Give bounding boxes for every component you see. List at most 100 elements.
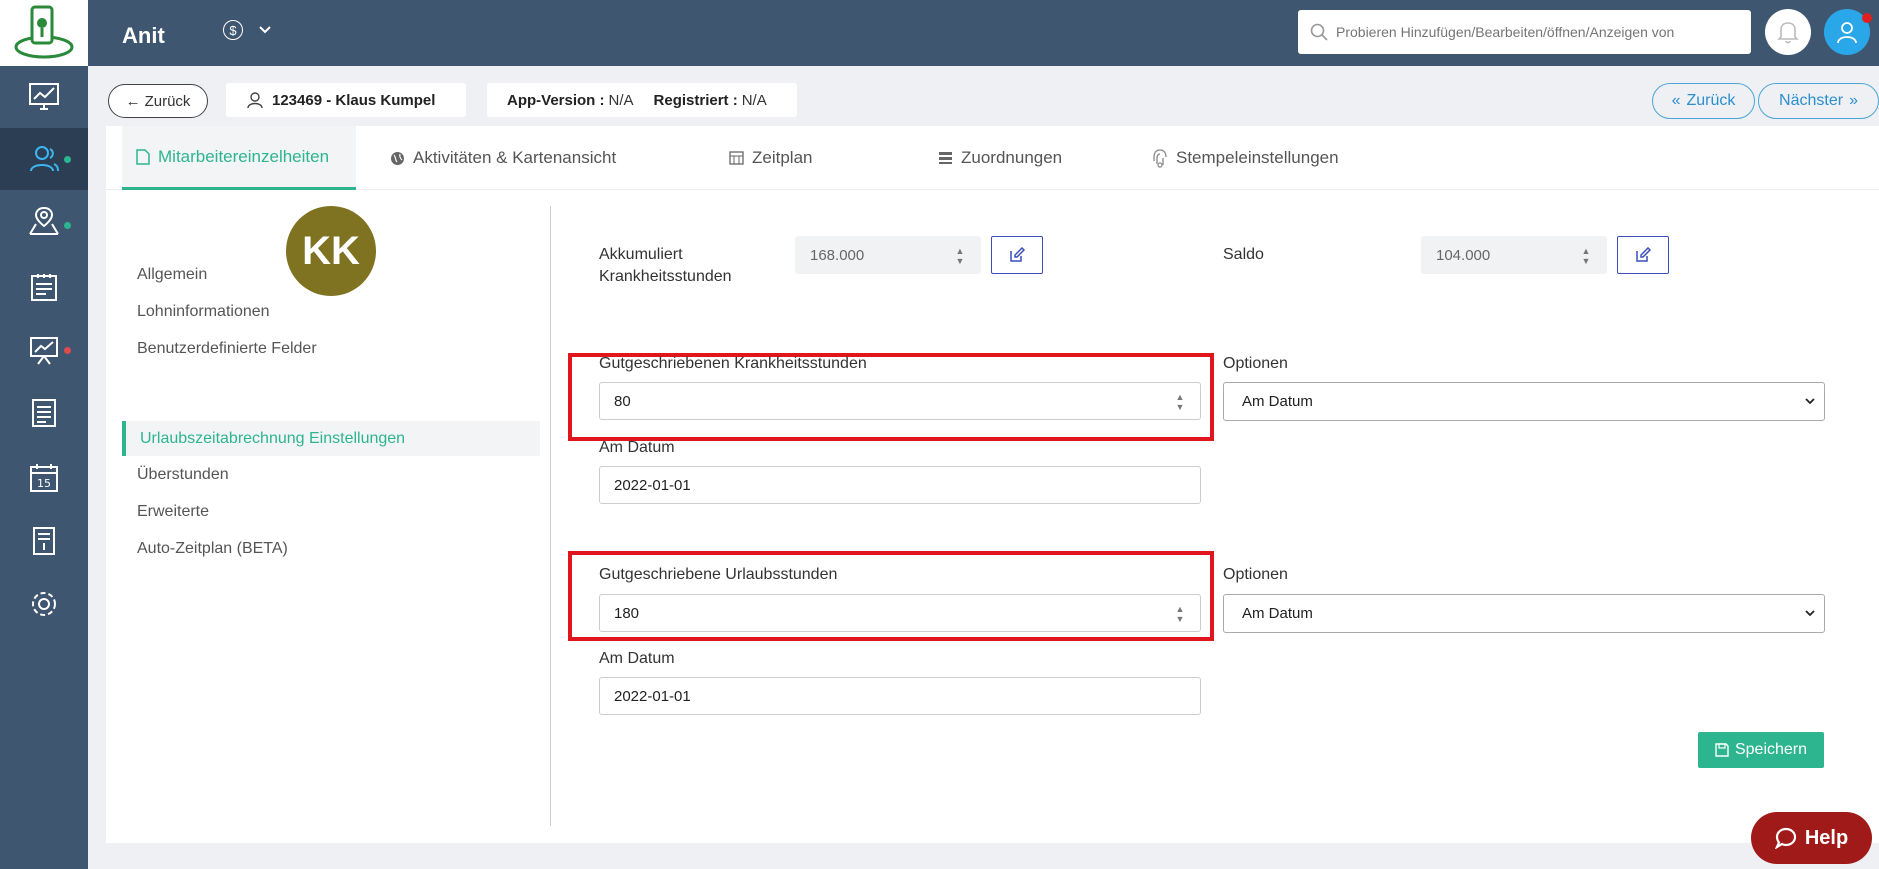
nav-documents[interactable]: [0, 382, 88, 444]
employee-label: 123469 - Klaus Kumpel: [272, 91, 436, 109]
bell-icon: [1777, 22, 1799, 44]
nav-board[interactable]: [0, 256, 88, 318]
chevron-down-icon: [1805, 398, 1815, 405]
file-icon: [136, 148, 150, 165]
edit-icon: [1636, 247, 1651, 262]
spinner-icon: ▲ ▼: [1581, 246, 1591, 266]
notifications-button[interactable]: [1765, 9, 1811, 55]
calendar-15-icon: 15: [30, 464, 58, 492]
nav-notebook[interactable]: [0, 510, 88, 572]
globe-icon: [391, 151, 404, 165]
logo-icon: [14, 5, 74, 59]
accumulated-value: 168.000: [810, 246, 865, 264]
user-avatar-button[interactable]: [1824, 9, 1872, 55]
top-bar: Anit $: [88, 0, 1879, 66]
vacation-credit-label: Gutgeschriebene Urlaubsstunden: [599, 566, 838, 583]
tab-bar: Mitarbeitereinzelheiten Aktivitäten & Ka…: [106, 126, 1879, 190]
side-menu-payroll[interactable]: Lohninformationen: [137, 303, 270, 321]
side-menu-auto-schedule[interactable]: Auto-Zeitplan (BETA): [137, 540, 288, 558]
help-button[interactable]: Help: [1751, 812, 1872, 864]
side-menu-general[interactable]: Allgemein: [137, 266, 207, 284]
tab-assignments[interactable]: Zuordnungen: [924, 126, 1076, 190]
save-label: Speichern: [1734, 741, 1808, 758]
sick-credit-label: Gutgeschriebenen Krankheitsstunden: [599, 355, 867, 372]
arrow-left-icon: ←: [125, 92, 141, 110]
nav-reports[interactable]: [0, 319, 88, 381]
gear-icon: [32, 592, 56, 616]
svg-text:15: 15: [37, 477, 51, 490]
balance-label: Saldo: [1223, 246, 1264, 263]
side-menu-advanced[interactable]: Erweiterte: [137, 503, 209, 521]
left-sidebar: 15: [0, 0, 88, 869]
double-chevron-right-icon: »: [1849, 92, 1858, 109]
presentation-chart-icon: [30, 337, 58, 365]
balance-field: 104.000 ▲ ▼: [1421, 236, 1607, 274]
vacation-date-input[interactable]: 2022-01-01: [599, 677, 1201, 715]
nav-employees[interactable]: [0, 128, 88, 190]
sick-option-selected: Am Datum: [1242, 393, 1313, 410]
chat-bubble-icon: [1774, 827, 1796, 849]
calendar-icon: [729, 151, 744, 165]
next-label: Nächster: [1779, 92, 1844, 109]
sick-date-label: Am Datum: [599, 439, 675, 456]
accumulated-label-line1: Akkumuliert: [599, 246, 683, 263]
accumulated-label-line2: Krankheitsstunden: [599, 268, 732, 285]
tab-label: Zeitplan: [752, 148, 813, 167]
registered-value: N/A: [741, 91, 767, 109]
app-info-pill: App-Version : N/A Registriert : N/A: [487, 83, 797, 117]
profile-avatar: KK: [286, 206, 376, 296]
tab-label: Aktivitäten & Kartenansicht: [413, 148, 617, 167]
search-box[interactable]: [1298, 10, 1751, 54]
employee-pill: 123469 - Klaus Kumpel: [226, 83, 466, 117]
save-button[interactable]: Speichern: [1698, 732, 1824, 768]
next-employee-button[interactable]: Nächster »: [1758, 83, 1879, 119]
app-version-label: App-Version :: [507, 91, 605, 109]
nav-map[interactable]: [0, 190, 88, 252]
edit-balance-button[interactable]: [1617, 236, 1669, 274]
fingerprint-icon: [1153, 149, 1167, 168]
spinner-icon[interactable]: ▲ ▼: [1174, 604, 1186, 624]
tab-punch-settings[interactable]: Stempeleinstellungen: [1138, 126, 1353, 190]
balance-value: 104.000: [1436, 246, 1491, 264]
vacation-options-select[interactable]: Am Datum: [1223, 594, 1825, 633]
nav-dashboard[interactable]: [0, 66, 88, 128]
side-menu-overtime[interactable]: Überstunden: [137, 466, 229, 484]
spinner-icon[interactable]: ▲ ▼: [1174, 392, 1186, 412]
nav-settings[interactable]: [0, 573, 88, 635]
vertical-divider: [550, 206, 551, 826]
edit-accumulated-button[interactable]: [991, 236, 1043, 274]
tab-label: Stempeleinstellungen: [1176, 148, 1339, 167]
tab-activities-map[interactable]: Aktivitäten & Kartenansicht: [376, 126, 630, 190]
status-dot: [64, 347, 71, 354]
accumulated-sick-hours-field: 168.000 ▲ ▼: [795, 236, 981, 274]
app-logo[interactable]: [0, 0, 88, 66]
server-icon: [939, 152, 952, 164]
floppy-disk-icon: [1715, 743, 1729, 757]
vacation-credit-input[interactable]: 180 ▲ ▼: [599, 594, 1201, 632]
sick-credit-value: 80: [614, 392, 631, 410]
previous-label: Zurück: [1686, 92, 1736, 109]
sick-credit-input[interactable]: 80 ▲ ▼: [599, 382, 1201, 420]
vacation-date-label: Am Datum: [599, 650, 675, 667]
vacation-date-value: 2022-01-01: [614, 687, 691, 705]
edit-icon: [1010, 247, 1025, 262]
currency-icon: $: [223, 20, 243, 40]
spinner-icon: ▲ ▼: [955, 246, 965, 266]
chevron-down-icon: [1805, 610, 1815, 617]
tab-label: Zuordnungen: [961, 148, 1063, 167]
search-input[interactable]: [1336, 24, 1746, 40]
notification-dot: [1862, 13, 1872, 23]
side-menu-leave-settings[interactable]: Urlaubszeitabrechnung Einstellungen: [122, 421, 540, 456]
help-label: Help: [1804, 826, 1849, 849]
tab-employee-details[interactable]: Mitarbeitereinzelheiten: [122, 126, 356, 190]
side-menu-custom-fields[interactable]: Benutzerdefinierte Felder: [137, 340, 317, 358]
previous-employee-button[interactable]: « Zurück: [1652, 83, 1755, 119]
nav-calendar[interactable]: 15: [0, 447, 88, 509]
sick-date-input[interactable]: 2022-01-01: [599, 466, 1201, 504]
currency-selector[interactable]: $: [223, 20, 271, 40]
tab-label: Mitarbeitereinzelheiten: [158, 146, 330, 166]
sick-options-select[interactable]: Am Datum: [1223, 382, 1825, 421]
back-button[interactable]: ← Zurück: [108, 84, 208, 118]
tab-schedule[interactable]: Zeitplan: [715, 126, 826, 190]
vacation-credit-value: 180: [614, 604, 640, 622]
